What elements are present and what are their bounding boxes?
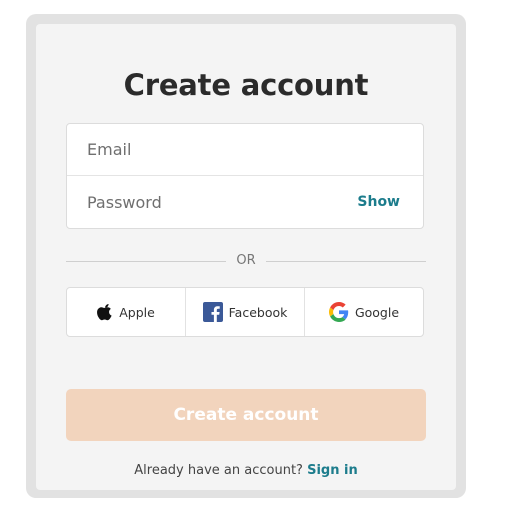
or-divider: OR: [66, 252, 426, 270]
facebook-login-label: Facebook: [228, 304, 288, 320]
email-field[interactable]: [87, 124, 347, 174]
google-icon: [328, 302, 349, 322]
divider-label: OR: [236, 253, 256, 268]
sign-in-link[interactable]: Sign in: [307, 463, 358, 478]
show-password-button[interactable]: Show: [357, 194, 400, 210]
google-login-label: Google: [354, 304, 400, 320]
divider-line-right: [266, 261, 426, 262]
signin-prompt: Already have an account? Sign in: [36, 463, 456, 478]
create-account-card: Create account Show OR: [36, 24, 456, 490]
modal-frame: Create account Show OR: [26, 14, 466, 498]
signin-prompt-text: Already have an account?: [134, 463, 303, 478]
apple-login-button[interactable]: Apple: [67, 288, 185, 336]
credentials-field-group: Show: [66, 123, 424, 229]
password-field[interactable]: [87, 177, 347, 227]
create-account-button[interactable]: Create account: [66, 389, 426, 441]
email-field-container: [67, 124, 423, 176]
google-login-button[interactable]: Google: [304, 288, 423, 336]
apple-login-label: Apple: [119, 304, 155, 320]
password-field-container: Show: [67, 177, 423, 229]
facebook-icon: [202, 302, 223, 322]
facebook-login-button[interactable]: Facebook: [185, 288, 304, 336]
social-login-group: Apple Facebook Google: [66, 287, 424, 337]
apple-icon: [97, 303, 113, 321]
divider-line-left: [66, 261, 226, 262]
page-title: Create account: [123, 68, 369, 102]
